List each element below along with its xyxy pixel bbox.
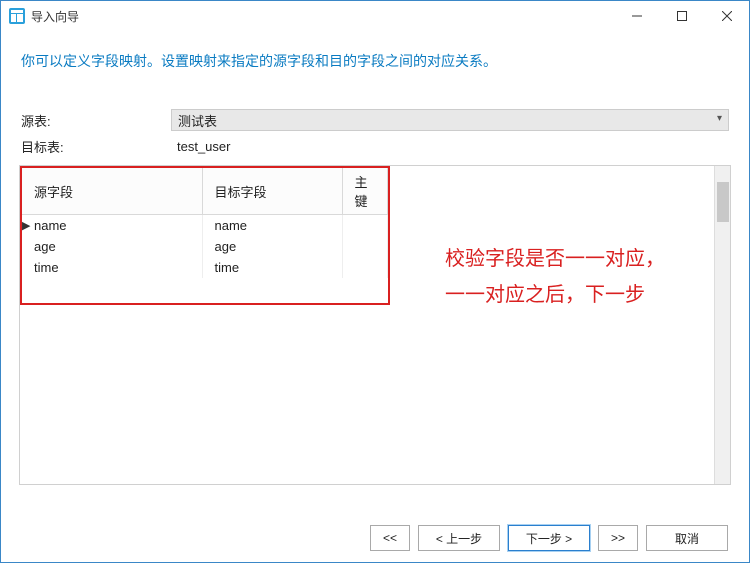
table-row[interactable]: time time <box>22 257 388 278</box>
mapping-panel: 源字段 目标字段 主键 ▶ name name age age time <box>19 165 731 485</box>
table-header-row: 源字段 目标字段 主键 <box>22 168 388 215</box>
col-primary-key[interactable]: 主键 <box>342 168 388 215</box>
close-icon <box>722 11 732 21</box>
app-icon <box>9 8 25 24</box>
cell-source: time <box>22 257 202 278</box>
table-row[interactable]: ▶ name name <box>22 215 388 237</box>
maximize-button[interactable] <box>659 1 704 31</box>
cell-target: age <box>202 236 342 257</box>
source-table-label: 源表: <box>21 111 171 130</box>
annotation-line2: 一一对应之后，下一步 <box>445 277 665 313</box>
source-table-value: 测试表 <box>178 111 217 130</box>
minimize-button[interactable] <box>614 1 659 31</box>
chevron-down-icon: ▾ <box>717 113 722 124</box>
col-source-field[interactable]: 源字段 <box>22 168 202 215</box>
cell-pk <box>342 215 388 237</box>
cell-target: name <box>202 215 342 237</box>
prev-button[interactable]: < 上一步 <box>418 525 500 551</box>
source-table-row: 源表: 测试表 ▾ <box>1 106 749 134</box>
minimize-icon <box>632 11 642 21</box>
maximize-icon <box>677 11 687 21</box>
annotation-text: 校验字段是否一一对应， 一一对应之后，下一步 <box>445 241 665 313</box>
close-button[interactable] <box>704 1 749 31</box>
col-target-field[interactable]: 目标字段 <box>202 168 342 215</box>
wizard-description: 你可以定义字段映射。设置映射来指定的源字段和目的字段之间的对应关系。 <box>1 31 749 106</box>
current-row-marker-icon: ▶ <box>22 219 30 232</box>
target-table-row: 目标表: test_user <box>1 134 749 159</box>
cell-pk <box>342 236 388 257</box>
source-table-select[interactable]: 测试表 ▾ <box>171 109 729 131</box>
cell-pk <box>342 257 388 278</box>
vertical-scrollbar[interactable] <box>714 166 730 484</box>
titlebar: 导入向导 <box>1 1 749 31</box>
last-button[interactable]: >> <box>598 525 638 551</box>
next-button[interactable]: 下一步 > <box>508 525 590 551</box>
mapping-table[interactable]: 源字段 目标字段 主键 ▶ name name age age time <box>22 168 388 278</box>
cell-source: name <box>34 218 67 233</box>
cancel-button[interactable]: 取消 <box>646 525 728 551</box>
table-row[interactable]: age age <box>22 236 388 257</box>
window-controls <box>614 1 749 31</box>
annotation-line1: 校验字段是否一一对应， <box>445 241 665 277</box>
first-button[interactable]: << <box>370 525 410 551</box>
cell-target: time <box>202 257 342 278</box>
footer-buttons: << < 上一步 下一步 > >> 取消 <box>370 525 728 551</box>
target-table-value: test_user <box>171 139 230 154</box>
target-table-label: 目标表: <box>21 137 171 156</box>
mapping-highlight-box: 源字段 目标字段 主键 ▶ name name age age time <box>20 166 390 305</box>
cell-source: age <box>22 236 202 257</box>
window-title: 导入向导 <box>31 8 614 25</box>
scrollbar-thumb[interactable] <box>717 182 729 222</box>
